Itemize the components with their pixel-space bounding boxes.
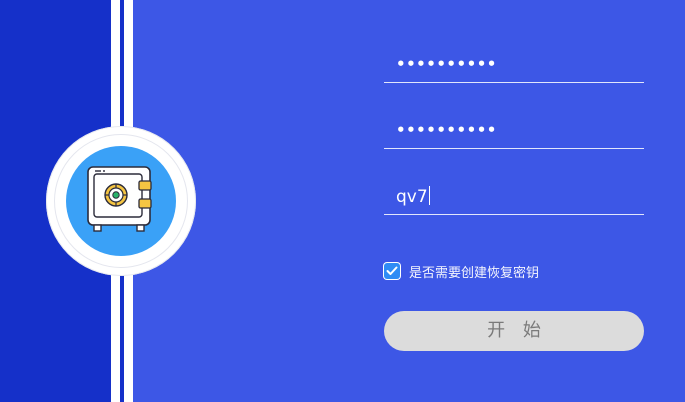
safe-icon: [87, 166, 152, 232]
safe-badge: [46, 126, 196, 276]
hint-value: qv7: [396, 187, 428, 207]
check-icon: [386, 266, 398, 275]
start-button[interactable]: 开 始: [384, 311, 644, 351]
hint-field[interactable]: qv7: [384, 180, 644, 215]
password-field[interactable]: ••••••••••: [384, 48, 644, 83]
recovery-key-checkbox[interactable]: [384, 263, 400, 279]
hint-value-wrap: qv7: [396, 186, 430, 207]
password-value: ••••••••••: [396, 55, 497, 73]
safe-badge-circle: [66, 146, 176, 256]
confirm-password-field[interactable]: ••••••••••: [384, 114, 644, 149]
confirm-password-value: ••••••••••: [396, 121, 497, 139]
text-caret: [428, 186, 430, 205]
recovery-key-label: 是否需要创建恢复密钥: [409, 266, 540, 281]
